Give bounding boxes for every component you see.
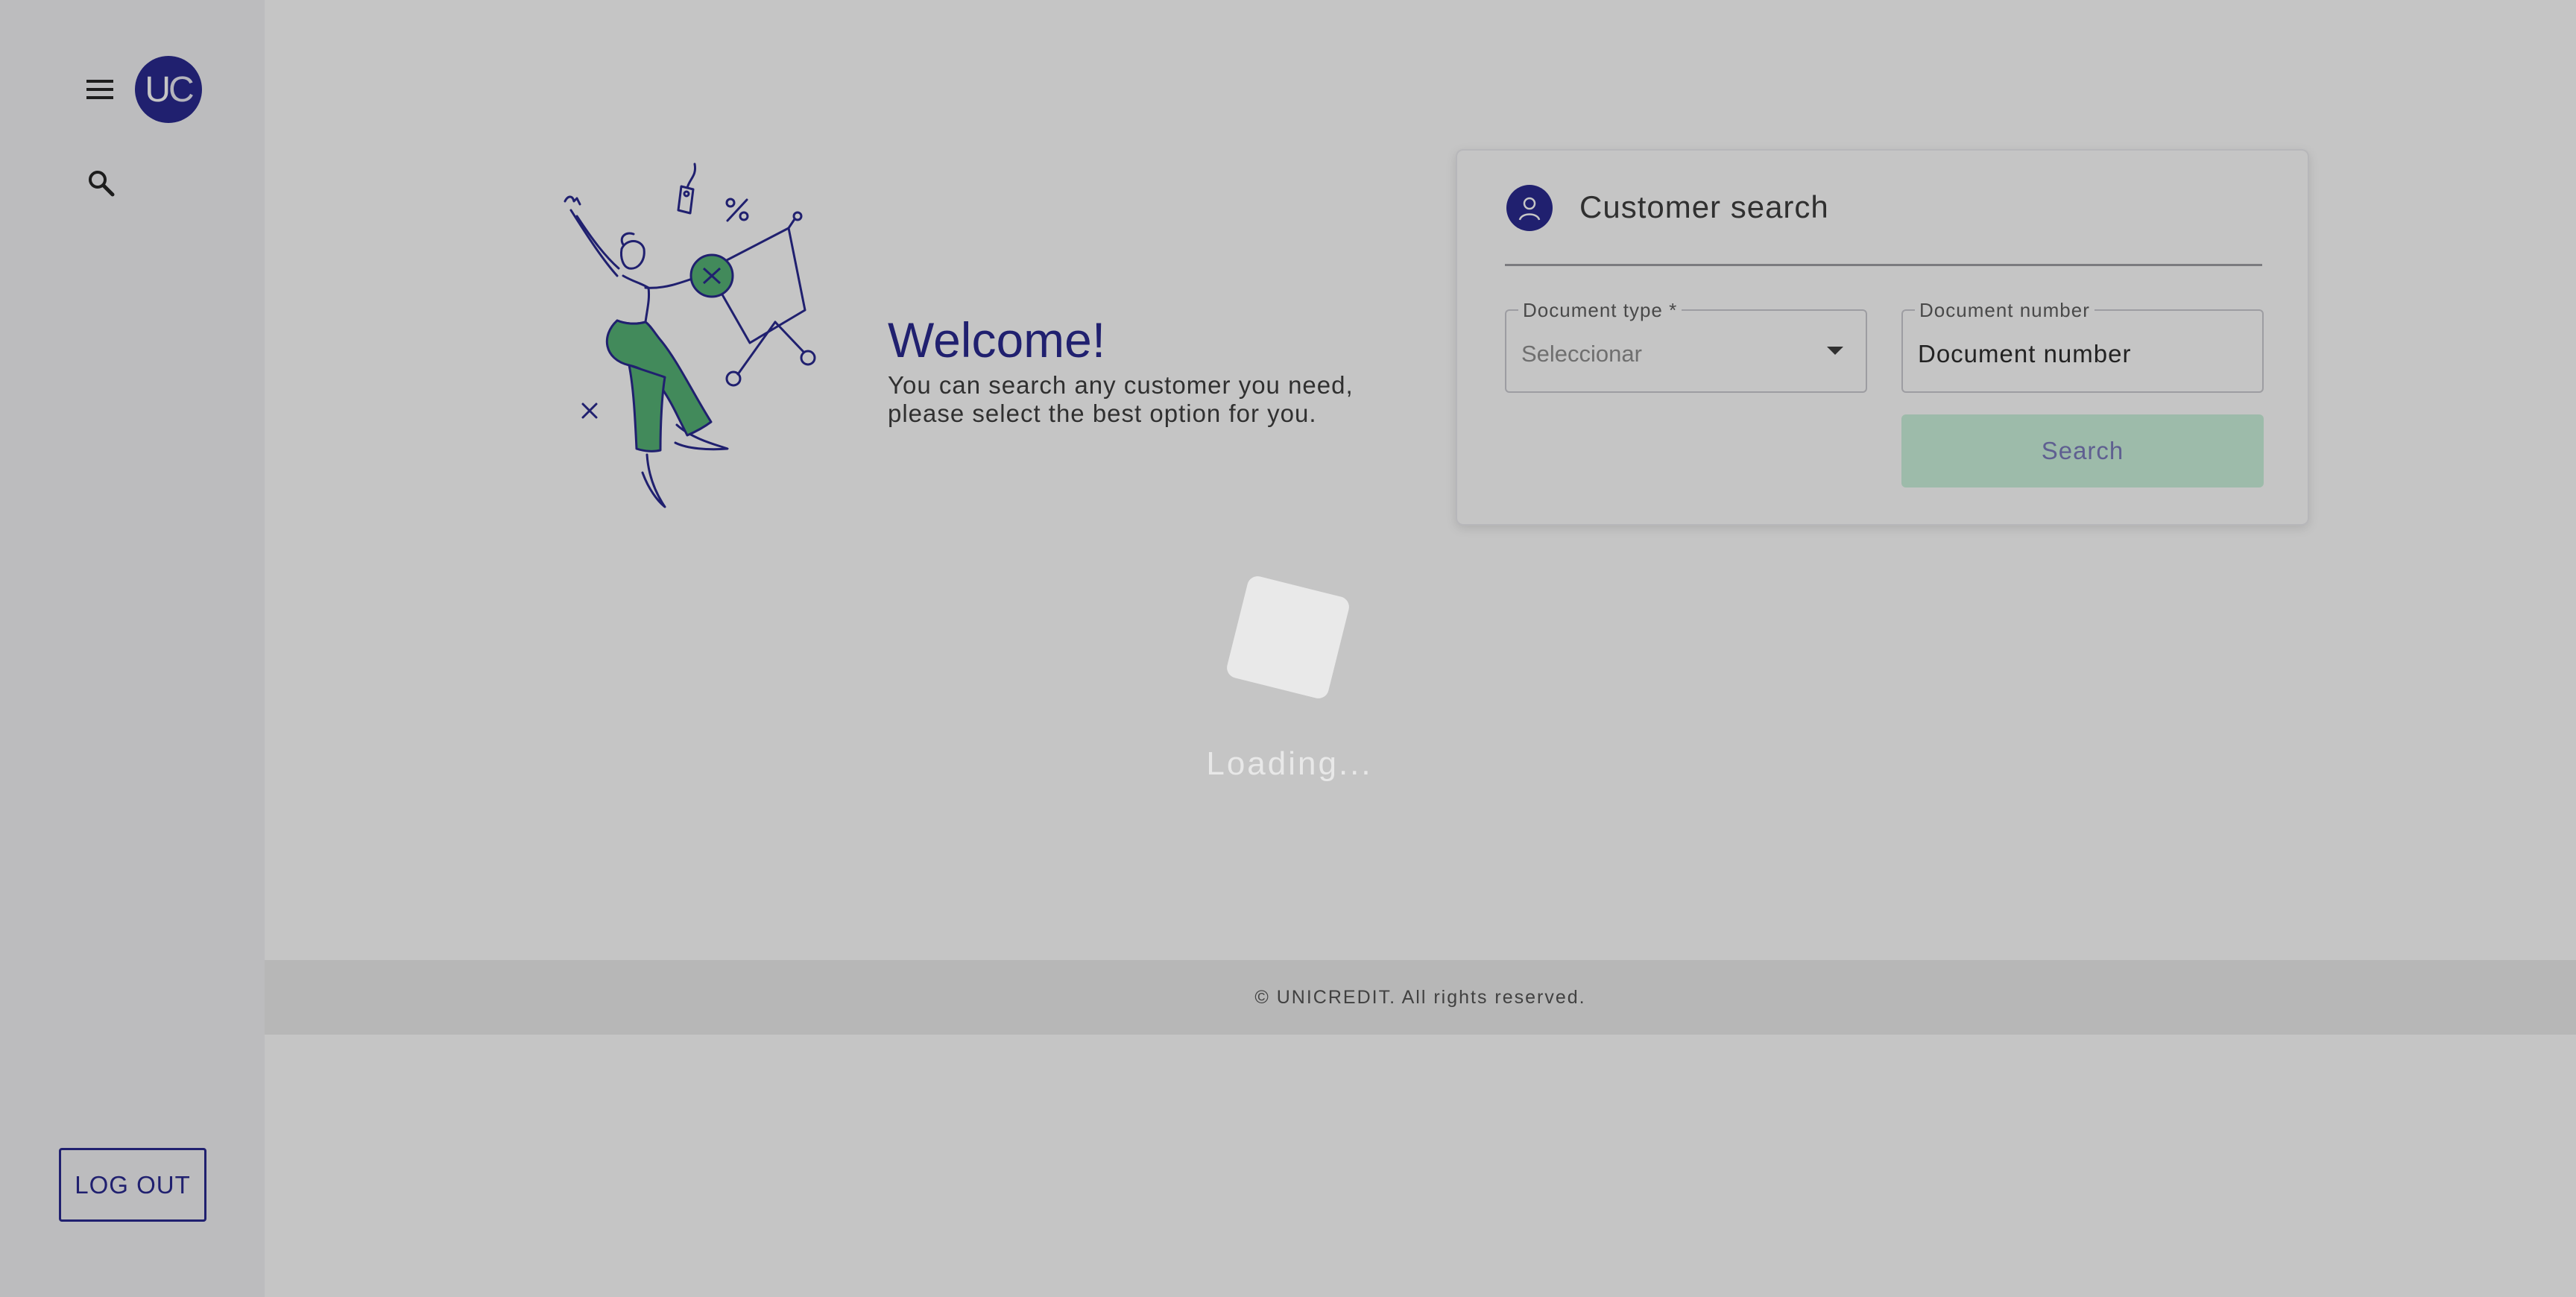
loading-spinner xyxy=(1225,574,1351,701)
loading-overlay: Loading... xyxy=(0,0,2576,1297)
loading-text: Loading... xyxy=(1206,745,1373,782)
